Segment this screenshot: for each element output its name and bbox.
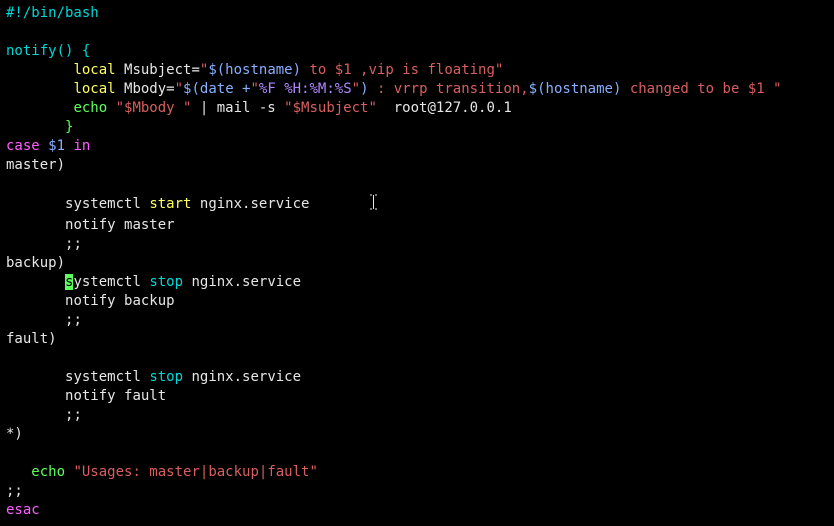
cmd: notify master [65, 217, 175, 233]
case-sep: ;; [65, 407, 82, 423]
kw-case: case [6, 138, 40, 154]
tilde-line: ~ [6, 521, 14, 526]
quote: " [773, 81, 781, 97]
str: "$Msubject" [284, 100, 377, 116]
cmd: nginx.service [191, 196, 309, 212]
subst-close: ) [360, 81, 368, 97]
text-cursor-icon [369, 194, 378, 216]
case-backup: backup) [6, 255, 65, 271]
cmd: notify backup [65, 293, 175, 309]
cmd: ystemctl [73, 274, 149, 290]
quote: " [495, 62, 503, 78]
cmd: systemctl [65, 369, 149, 385]
kw-in: in [73, 138, 90, 154]
cmd: nginx.service [183, 369, 301, 385]
quote: " [250, 81, 258, 97]
kw-esac: esac [6, 502, 40, 518]
str: "Usages: master|backup|fault" [73, 464, 317, 480]
str-part: to $1 ,vip is floating [301, 62, 495, 78]
kw-stop: stop [149, 369, 183, 385]
pipe: | mail -s [191, 100, 284, 116]
subst: $(date + [183, 81, 250, 97]
var-assign: Msubject= [116, 62, 200, 78]
case-default: *) [6, 426, 23, 442]
cmd: nginx.service [183, 274, 301, 290]
str: "$Mbody " [116, 100, 192, 116]
kw-echo: echo [31, 464, 65, 480]
var-assign: Mbody= [116, 81, 175, 97]
tail: root@127.0.0.1 [377, 100, 512, 116]
cmd: systemctl [65, 196, 149, 212]
kw-local: local [73, 81, 115, 97]
subst: $(hostname) [208, 62, 301, 78]
fn-open: notify() { [6, 43, 90, 59]
case-var: $1 [40, 138, 74, 154]
shebang: #!/bin/bash [6, 5, 99, 21]
fn-close: } [65, 119, 73, 135]
kw-echo: echo [73, 100, 107, 116]
str-part: changed to be $1 [621, 81, 773, 97]
kw-stop: stop [149, 274, 183, 290]
str-part: : vrrp transition, [369, 81, 529, 97]
fmt: %F %H:%M:%S [259, 81, 352, 97]
cmd: notify fault [65, 388, 166, 404]
subst: $(hostname) [529, 81, 622, 97]
case-sep: ;; [65, 236, 82, 252]
case-master: master) [6, 157, 65, 173]
kw-start: start [149, 196, 191, 212]
quote: " [175, 81, 183, 97]
kw-local: local [73, 62, 115, 78]
quote: " [352, 81, 360, 97]
code-editor[interactable]: #!/bin/bash notify() { local Msubject="$… [0, 0, 834, 526]
case-sep: ;; [6, 483, 23, 499]
case-sep: ;; [65, 312, 82, 328]
case-fault: fault) [6, 331, 57, 347]
